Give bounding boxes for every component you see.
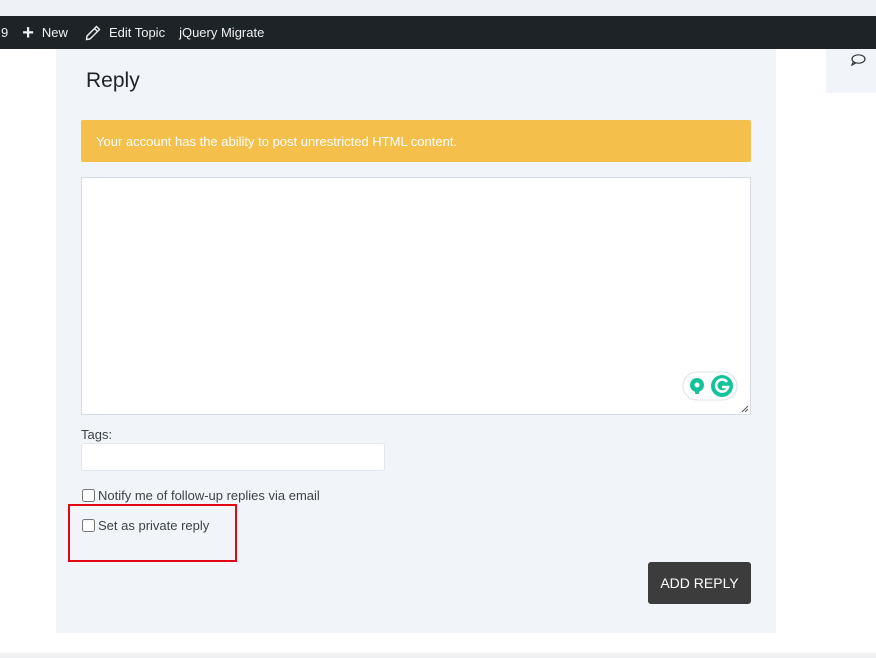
add-reply-label: ADD REPLY bbox=[660, 575, 739, 591]
grammarly-icon[interactable] bbox=[682, 371, 738, 401]
comment-icon[interactable] bbox=[850, 53, 866, 67]
resize-handle-icon[interactable] bbox=[741, 405, 749, 413]
add-reply-button[interactable]: ADD REPLY bbox=[648, 562, 751, 604]
notify-checkbox[interactable] bbox=[82, 489, 95, 502]
notify-option[interactable]: Notify me of follow-up replies via email bbox=[81, 488, 320, 503]
plus-icon: + bbox=[22, 21, 34, 44]
side-panel bbox=[826, 49, 876, 93]
admin-bar-count-text: 9 bbox=[1, 25, 9, 40]
admin-bar-edit-topic-button[interactable]: Edit Topic bbox=[85, 16, 179, 49]
pencil-icon bbox=[85, 25, 101, 40]
tags-input[interactable] bbox=[81, 443, 385, 471]
reply-title: Reply bbox=[86, 69, 140, 92]
tags-label: Tags: bbox=[81, 427, 113, 442]
notify-label: Notify me of follow-up replies via email bbox=[98, 488, 320, 503]
notice-text: Your account has the ability to post unr… bbox=[96, 133, 458, 149]
admin-bar-edit-label: Edit Topic bbox=[108, 25, 166, 40]
admin-bar-jquery-migrate[interactable]: jQuery Migrate bbox=[179, 16, 264, 49]
html-notice: Your account has the ability to post unr… bbox=[81, 120, 751, 162]
admin-bar-new-button[interactable]: + New bbox=[22, 16, 85, 49]
admin-bar-count[interactable]: 9 bbox=[0, 16, 22, 49]
admin-bar: 9 + New Edit Topic jQuery Migrate bbox=[0, 16, 876, 49]
reply-editor[interactable] bbox=[81, 177, 751, 415]
admin-bar-new-label: New bbox=[41, 25, 68, 40]
highlight-annotation bbox=[68, 504, 237, 562]
top-strip bbox=[0, 0, 876, 16]
admin-bar-plugin-label: jQuery Migrate bbox=[179, 25, 265, 40]
bottom-divider bbox=[0, 653, 876, 658]
